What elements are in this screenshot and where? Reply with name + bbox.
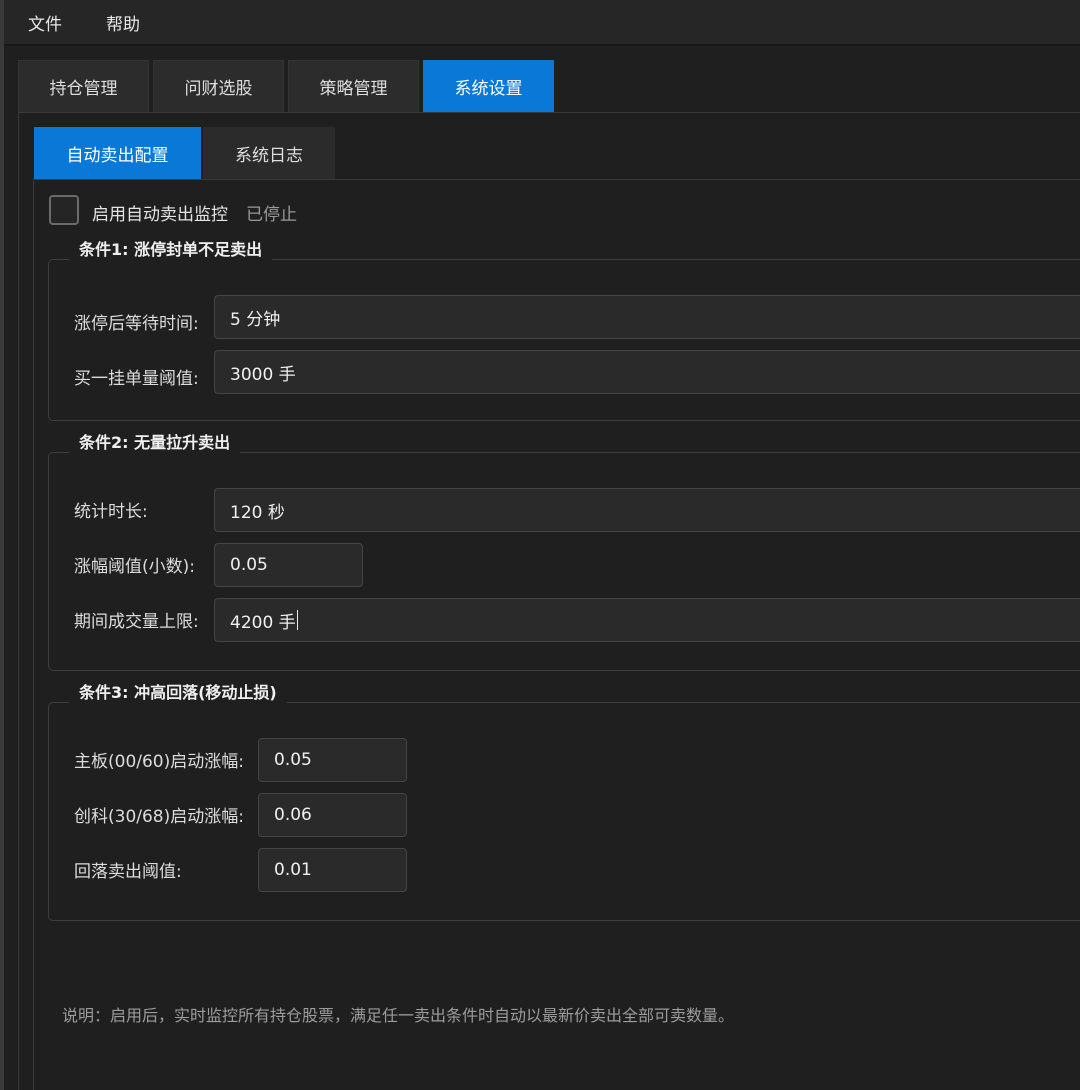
wait-time-label: 涨停后等待时间: xyxy=(74,314,199,334)
condition2-group: 条件2: 无量拉升卖出 统计时长: 120 秒 涨幅阈值(小数): 0.05 期… xyxy=(48,431,1080,671)
buy1-threshold-input[interactable]: 3000 手 xyxy=(214,350,1080,394)
volume-limit-value: 4200 手 xyxy=(230,612,296,633)
tab-stock-picker[interactable]: 问财选股 xyxy=(153,60,284,112)
subtab-system-log[interactable]: 系统日志 xyxy=(203,127,335,179)
menubar: 文件 帮助 xyxy=(4,0,1080,46)
pullback-input[interactable]: 0.01 xyxy=(258,848,407,892)
main-board-input[interactable]: 0.05 xyxy=(258,738,407,782)
monitor-checkbox-label[interactable]: 启用自动卖出监控 xyxy=(92,200,228,225)
monitor-status: 已停止 xyxy=(246,205,297,225)
monitor-checkbox[interactable] xyxy=(49,195,79,225)
rise-threshold-input[interactable]: 0.05 xyxy=(214,543,363,587)
tab-system-settings[interactable]: 系统设置 xyxy=(423,60,554,112)
volume-limit-input[interactable]: 4200 手 xyxy=(214,598,1080,642)
gem-board-label: 创科(30/68)启动涨幅: xyxy=(74,807,244,827)
condition3-group: 条件3: 冲高回落(移动止损) 主板(00/60)启动涨幅: 0.05 创科(3… xyxy=(48,681,1080,921)
volume-limit-label: 期间成交量上限: xyxy=(74,612,199,632)
main-board-label: 主板(00/60)启动涨幅: xyxy=(74,752,244,772)
condition1-group: 条件1: 涨停封单不足卖出 涨停后等待时间: 5 分钟 买一挂单量阈值: 300… xyxy=(48,238,1080,421)
pullback-label: 回落卖出阈值: xyxy=(74,862,182,882)
wait-time-input[interactable]: 5 分钟 xyxy=(214,295,1080,339)
rise-threshold-label: 涨幅阈值(小数): xyxy=(74,557,195,577)
condition1-title: 条件1: 涨停封单不足卖出 xyxy=(69,238,273,262)
condition3-title: 条件3: 冲高回落(移动止损) xyxy=(69,681,287,705)
tab-positions[interactable]: 持仓管理 xyxy=(18,60,149,112)
settings-panel: 自动卖出配置 系统日志 启用自动卖出监控 已停止 条件1: 涨停封单不足卖出 涨… xyxy=(18,112,1080,1090)
main-tab-bar: 持仓管理 问财选股 策略管理 系统设置 xyxy=(18,60,1080,112)
app-window: 文件 帮助 持仓管理 问财选股 策略管理 系统设置 自动卖出配置 系统日志 启用… xyxy=(0,0,1080,1090)
menu-file[interactable]: 文件 xyxy=(28,10,62,35)
tab-strategy[interactable]: 策略管理 xyxy=(288,60,419,112)
duration-input[interactable]: 120 秒 xyxy=(214,488,1080,532)
subtab-auto-sell[interactable]: 自动卖出配置 xyxy=(34,127,201,179)
gem-board-input[interactable]: 0.06 xyxy=(258,793,407,837)
duration-label: 统计时长: xyxy=(74,502,148,522)
auto-sell-panel: 启用自动卖出监控 已停止 条件1: 涨停封单不足卖出 涨停后等待时间: 5 分钟… xyxy=(33,179,1080,1090)
buy1-threshold-label: 买一挂单量阈值: xyxy=(74,369,199,389)
description-note: 说明：启用后，实时监控所有持仓股票，满足任一卖出条件时自动以最新价卖出全部可卖数… xyxy=(62,1006,735,1025)
condition2-title: 条件2: 无量拉升卖出 xyxy=(69,431,241,455)
text-caret xyxy=(296,610,298,630)
menu-help[interactable]: 帮助 xyxy=(106,10,140,35)
